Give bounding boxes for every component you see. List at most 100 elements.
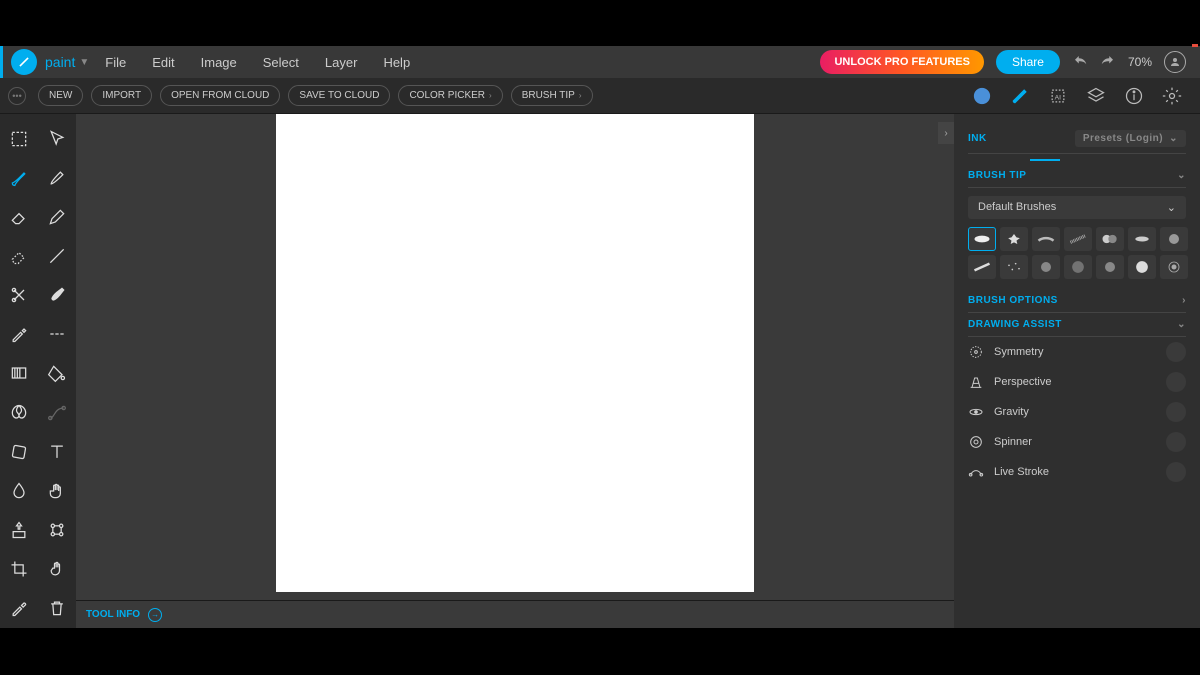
menu-file[interactable]: File <box>105 55 126 70</box>
liquify-tool[interactable] <box>0 433 38 471</box>
color-dropper-tool[interactable] <box>0 589 38 627</box>
drawing-assist-header[interactable]: DRAWING ASSIST⌄ <box>968 313 1186 337</box>
menu-help[interactable]: Help <box>383 55 410 70</box>
brush-preset-10[interactable] <box>1032 255 1060 279</box>
pen-tool[interactable] <box>38 159 76 197</box>
toggle[interactable] <box>1166 402 1186 422</box>
text-tool[interactable] <box>38 433 76 471</box>
action-bar: ••• NEW IMPORT OPEN FROM CLOUD SAVE TO C… <box>0 78 1200 114</box>
brush-options-header[interactable]: BRUSH OPTIONS› <box>968 289 1186 313</box>
assist-perspective[interactable]: Perspective <box>968 367 1186 397</box>
brush-tool[interactable] <box>0 159 38 197</box>
blur-tool[interactable] <box>0 472 38 510</box>
chevron-down-icon: ⌄ <box>1169 133 1178 144</box>
gradient-tool[interactable] <box>0 354 38 392</box>
heal-tool[interactable] <box>38 511 76 549</box>
assist-spinner[interactable]: Spinner <box>968 427 1186 457</box>
tool-info-label: TOOL INFO <box>86 609 140 620</box>
brush-tip-section-header[interactable]: BRUSH TIP⌄ <box>968 164 1186 188</box>
brush-preset-6[interactable] <box>1128 227 1156 251</box>
import-button[interactable]: IMPORT <box>91 85 152 106</box>
chevron-down-icon: ⌄ <box>1167 201 1176 214</box>
pencil-tool[interactable] <box>38 198 76 236</box>
vector-tool[interactable] <box>38 394 76 432</box>
app-name[interactable]: paint <box>45 54 75 70</box>
line-tool[interactable] <box>38 237 76 275</box>
chevron-right-icon: › <box>1182 295 1186 306</box>
brush-preset-4[interactable] <box>1064 227 1092 251</box>
color-picker-button[interactable]: COLOR PICKER› <box>398 85 502 106</box>
app-window: paint ▼ File Edit Image Select Layer Hel… <box>0 46 1200 628</box>
info-icon[interactable] <box>1124 86 1144 106</box>
eyedropper-tool[interactable] <box>0 315 38 353</box>
assist-livestroke[interactable]: Live Stroke <box>968 457 1186 487</box>
unlock-pro-button[interactable]: UNLOCK PRO FEATURES <box>820 50 983 74</box>
color-swatch-icon[interactable] <box>972 86 992 106</box>
assist-symmetry[interactable]: Symmetry <box>968 337 1186 367</box>
menu-edit[interactable]: Edit <box>152 55 174 70</box>
menu-layer[interactable]: Layer <box>325 55 358 70</box>
toggle[interactable] <box>1166 432 1186 452</box>
ink-section-header[interactable]: INK Presets (Login)⌄ <box>968 124 1186 154</box>
pan-tool[interactable] <box>38 550 76 588</box>
settings-icon[interactable] <box>1162 86 1182 106</box>
brush-set-select[interactable]: Default Brushes⌄ <box>968 196 1186 219</box>
brush-preset-1[interactable] <box>968 227 996 251</box>
move-tool[interactable] <box>38 120 76 158</box>
brush-panel-icon[interactable] <box>1010 86 1030 106</box>
right-panel: INK Presets (Login)⌄ BRUSH TIP⌄ Default … <box>954 114 1200 628</box>
brush-preset-14[interactable] <box>1160 255 1188 279</box>
menu-image[interactable]: Image <box>201 55 237 70</box>
canvas[interactable] <box>276 114 754 592</box>
brush-preset-12[interactable] <box>1096 255 1124 279</box>
share-button[interactable]: Share <box>996 50 1060 74</box>
eraser-tool[interactable] <box>0 198 38 236</box>
app-dropdown-icon[interactable]: ▼ <box>79 57 89 68</box>
new-button[interactable]: NEW <box>38 85 83 106</box>
zoom-level[interactable]: 70% <box>1128 55 1152 69</box>
brush-preset-8[interactable] <box>968 255 996 279</box>
presets-dropdown[interactable]: Presets (Login)⌄ <box>1075 130 1186 147</box>
save-cloud-button[interactable]: SAVE TO CLOUD <box>288 85 390 106</box>
assist-gravity[interactable]: Gravity <box>968 397 1186 427</box>
brush-tip-button[interactable]: BRUSH TIP› <box>511 85 593 106</box>
open-cloud-button[interactable]: OPEN FROM CLOUD <box>160 85 280 106</box>
layers-panel-icon[interactable] <box>1086 86 1106 106</box>
fill-tool[interactable] <box>38 354 76 392</box>
shape-tool[interactable] <box>0 394 38 432</box>
hand-tool[interactable] <box>38 472 76 510</box>
cut-tool[interactable] <box>0 276 38 314</box>
app-logo[interactable] <box>11 49 37 75</box>
toggle[interactable] <box>1166 342 1186 362</box>
smudge-tool[interactable] <box>0 237 38 275</box>
top-menu-bar: paint ▼ File Edit Image Select Layer Hel… <box>0 46 1200 78</box>
crop-tool[interactable] <box>0 550 38 588</box>
brush-preset-9[interactable] <box>1000 255 1028 279</box>
brush-preset-3[interactable] <box>1032 227 1060 251</box>
undo-icon[interactable] <box>1072 53 1090 71</box>
trash-tool[interactable] <box>38 589 76 627</box>
brush-preset-5[interactable] <box>1096 227 1124 251</box>
toggle[interactable] <box>1166 372 1186 392</box>
redo-icon[interactable] <box>1098 53 1116 71</box>
tool-sidebar <box>0 114 76 628</box>
blend-tool[interactable] <box>38 276 76 314</box>
tool-info-bar[interactable]: TOOL INFO → <box>76 600 954 628</box>
profile-icon[interactable] <box>1164 51 1186 73</box>
clone-tool[interactable] <box>0 511 38 549</box>
brush-preset-13[interactable] <box>1128 255 1156 279</box>
notification-dot <box>1192 44 1198 47</box>
dash-tool[interactable] <box>38 315 76 353</box>
chevron-right-icon: › <box>579 91 582 100</box>
brush-preset-7[interactable] <box>1160 227 1188 251</box>
ai-panel-icon[interactable]: AI <box>1048 86 1068 106</box>
chevron-right-icon: › <box>489 91 492 100</box>
marquee-tool[interactable] <box>0 120 38 158</box>
toggle[interactable] <box>1166 462 1186 482</box>
menu-select[interactable]: Select <box>263 55 299 70</box>
brush-preset-11[interactable] <box>1064 255 1092 279</box>
more-options-icon[interactable]: ••• <box>8 87 26 105</box>
brush-preset-2[interactable] <box>1000 227 1028 251</box>
chevron-down-icon: ⌄ <box>1177 319 1186 330</box>
collapse-panel-icon[interactable]: › <box>938 122 954 144</box>
